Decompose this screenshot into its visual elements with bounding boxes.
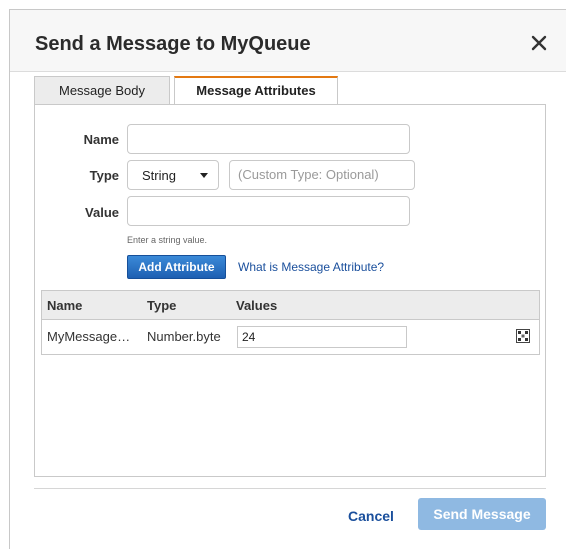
dialog-header: Send a Message to MyQueue <box>10 10 566 72</box>
close-icon[interactable] <box>530 34 550 54</box>
name-input[interactable] <box>127 124 410 154</box>
type-selected-value: String <box>142 168 176 183</box>
value-label: Value <box>85 205 119 220</box>
remove-icon[interactable] <box>516 329 530 343</box>
custom-type-input[interactable]: (Custom Type: Optional) <box>229 160 415 190</box>
type-label: Type <box>89 168 119 183</box>
help-link[interactable]: What is Message Attribute? <box>238 260 384 274</box>
table-row: MyMessage… Number.byte 24 <box>42 320 539 354</box>
footer-divider <box>34 488 546 489</box>
row-value-input[interactable]: 24 <box>237 326 407 348</box>
row-type: Number.byte <box>147 329 221 344</box>
column-header-name: Name <box>47 298 83 313</box>
column-header-type: Type <box>147 298 177 313</box>
message-attributes-panel: Name Type String (Custom Type: Optional)… <box>34 104 546 477</box>
send-message-button[interactable]: Send Message <box>418 498 546 530</box>
chevron-down-icon <box>200 173 208 178</box>
attributes-table: Name Type Values MyMessage… Number.byte … <box>41 290 540 355</box>
name-label: Name <box>83 132 119 147</box>
send-message-dialog: Send a Message to MyQueue Message Body M… <box>9 9 566 549</box>
row-name: MyMessage… <box>47 329 131 344</box>
table-header: Name Type Values <box>42 291 539 320</box>
type-select[interactable]: String <box>127 160 219 190</box>
tab-message-attributes[interactable]: Message Attributes <box>174 76 338 106</box>
cancel-button[interactable]: Cancel <box>348 508 394 524</box>
value-hint: Enter a string value. <box>127 235 208 245</box>
tab-message-body[interactable]: Message Body <box>34 76 170 105</box>
dialog-title: Send a Message to MyQueue <box>35 33 311 55</box>
column-header-values: Values <box>236 298 278 313</box>
add-attribute-button[interactable]: Add Attribute <box>127 255 226 279</box>
value-input[interactable] <box>127 196 410 226</box>
